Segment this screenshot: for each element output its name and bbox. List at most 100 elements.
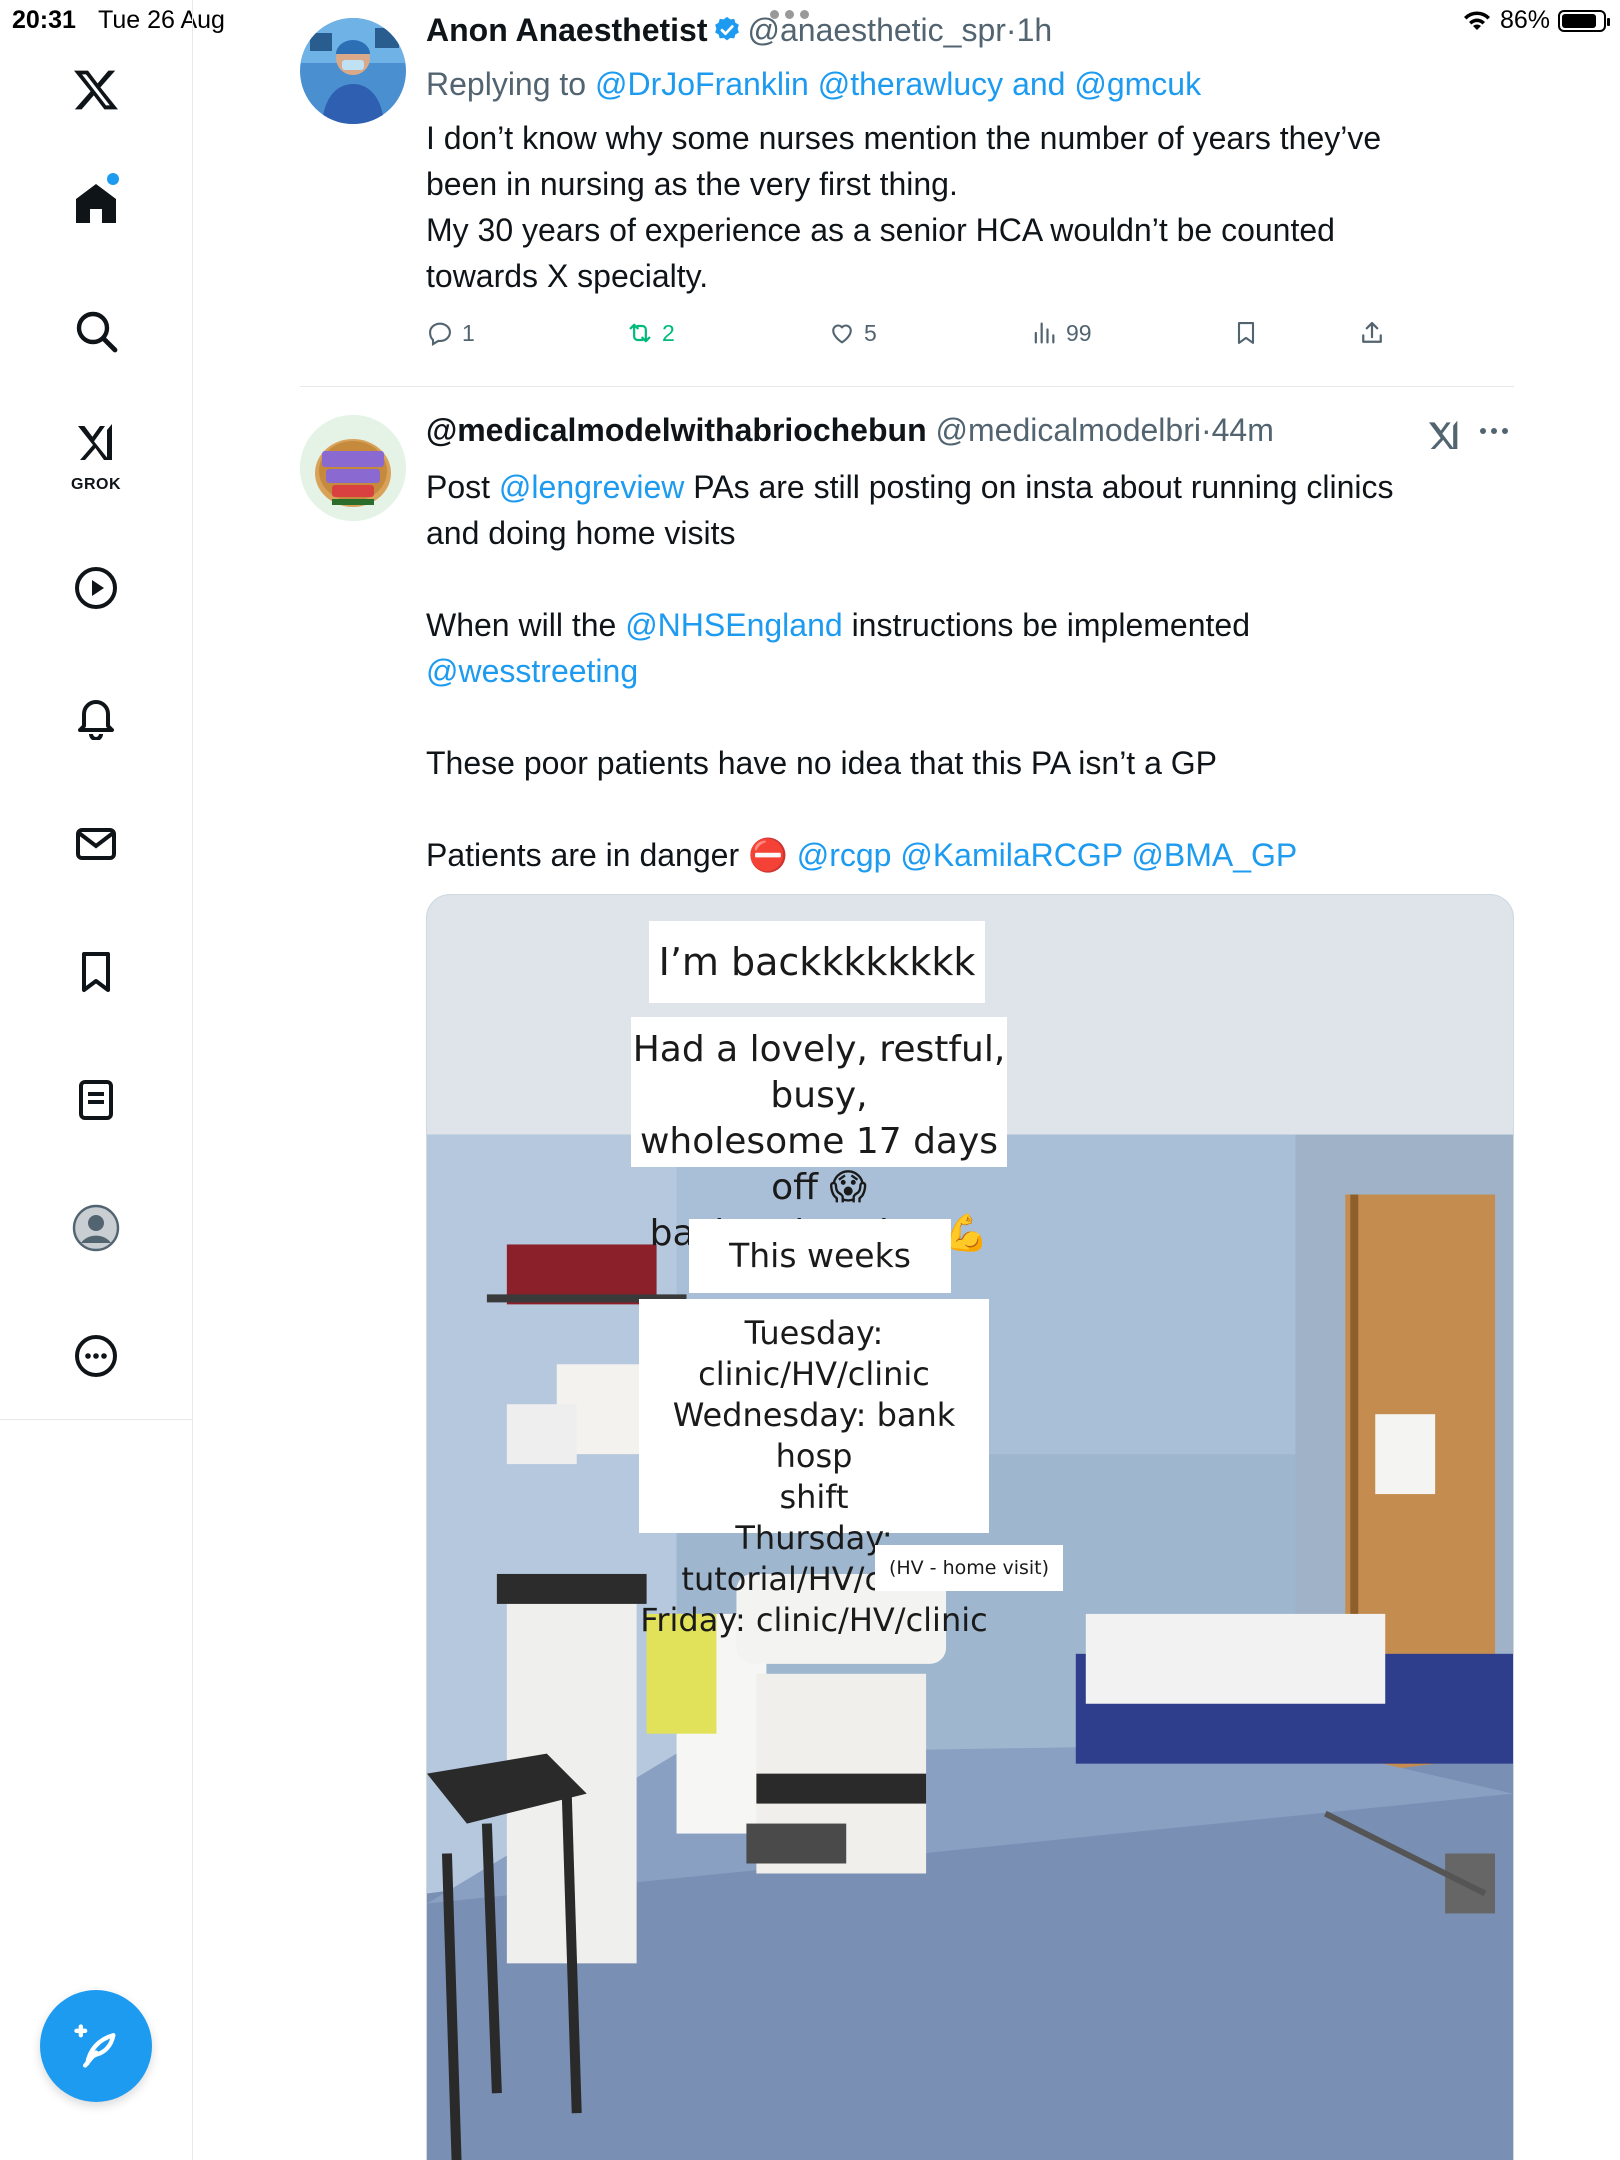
- reply-count: 1: [462, 319, 475, 346]
- mention-link[interactable]: @NHSEngland: [625, 607, 842, 643]
- sidebar-item-profile[interactable]: [48, 1180, 144, 1276]
- like-count: 5: [864, 319, 877, 346]
- tweet-1-author-name[interactable]: Anon Anaesthetist: [426, 12, 708, 48]
- more-circle-icon: [75, 1335, 117, 1377]
- reply-button[interactable]: 1: [426, 319, 475, 347]
- reply-icon: [429, 322, 451, 346]
- caption-line: Wednesday: bank hosp: [672, 1396, 956, 1475]
- caption-days-off: Had a lovely, restful, busy, wholesome 1…: [631, 1017, 1007, 1254]
- battery-icon: [1558, 9, 1610, 32]
- tweet-1-header: Anon Anaesthetist @anaesthetic_spr·1h: [426, 14, 1516, 46]
- play-circle-icon: [75, 567, 117, 609]
- tweet-2[interactable]: @medicalmodelwithabriochebun @medicalmod…: [426, 414, 1516, 878]
- sidebar-item-videos[interactable]: [48, 540, 144, 636]
- grok-label: GROK: [71, 476, 121, 493]
- caption-line: Tuesday: clinic/HV/clinic: [698, 1314, 930, 1393]
- sidebar-item-notifications[interactable]: [48, 668, 144, 764]
- more-options-icon[interactable]: [1480, 428, 1508, 434]
- caption-hv-note: (HV - home visit): [875, 1545, 1063, 1591]
- tweet-text-line: I don’t know why some nurses mention the…: [426, 120, 1382, 156]
- tweet-blank-line: [426, 556, 1516, 602]
- home-icon: [76, 184, 116, 223]
- tweet-text-line: My 30 years of experience as a senior HC…: [426, 212, 1335, 248]
- bookmark-icon: [82, 952, 110, 992]
- share-button[interactable]: [1358, 319, 1386, 347]
- caption-back: I’m backkkkkkkk 💅☀️💺: [649, 921, 985, 1066]
- sidebar-item-more[interactable]: [48, 1308, 144, 1404]
- tweet-1-author-handle[interactable]: @anaesthetic_spr: [748, 12, 1006, 48]
- tweet-1-timestamp[interactable]: 1h: [1017, 12, 1053, 48]
- tweet-text-line: Post @lengreview PAs are still posting o…: [426, 464, 1516, 510]
- compose-feather-icon: [74, 2024, 116, 2068]
- tweet-text-line: These poor patients have no idea that th…: [426, 745, 1217, 781]
- sidebar-item-home[interactable]: [48, 155, 144, 251]
- tweet-text-line: been in nursing as the very first thing.: [426, 166, 958, 202]
- text-run: PAs are still posting on insta about run…: [684, 469, 1394, 505]
- heart-icon: [832, 324, 852, 344]
- search-icon: [76, 311, 118, 353]
- tweet-2-author-name[interactable]: @medicalmodelwithabriochebun: [426, 412, 927, 448]
- bookmark-button[interactable]: [1232, 319, 1260, 347]
- views-count: 99: [1066, 319, 1092, 346]
- caption-line: Had a lovely, restful, busy,: [632, 1029, 1006, 1116]
- tweet-blank-line: [426, 786, 1516, 832]
- bookmark-icon: [1237, 322, 1255, 344]
- tweet-1[interactable]: Anon Anaesthetist @anaesthetic_spr·1h Rep…: [426, 14, 1516, 299]
- x-logo-icon: [74, 70, 118, 110]
- tweet-1-dot: ·: [1005, 12, 1017, 48]
- reply-and: and: [1012, 66, 1066, 102]
- like-button[interactable]: 5: [828, 319, 877, 347]
- tweet-text-line: When will the @NHSEngland instructions b…: [426, 602, 1516, 648]
- text-run: When will the: [426, 607, 626, 643]
- text-run: Post: [426, 469, 499, 505]
- envelope-icon: [76, 828, 116, 860]
- mention-link[interactable]: @wesstreeting: [426, 648, 1516, 694]
- tweet-text-line: and doing home visits: [426, 515, 736, 551]
- views-button[interactable]: 99: [1030, 319, 1092, 347]
- tweet-2-dot: ·: [1200, 412, 1212, 448]
- views-chart-icon: [1034, 322, 1055, 344]
- sidebar-nav: GROK: [0, 0, 193, 2160]
- tweet-2-text: Post @lengreview PAs are still posting o…: [426, 464, 1516, 878]
- repost-button[interactable]: 2: [626, 319, 675, 347]
- tweet-text-line: Patients are in danger ⛔ @rcgp @KamilaRC…: [426, 832, 1516, 878]
- mention-links[interactable]: @rcgp @KamilaRCGP @BMA_GP: [788, 837, 1298, 873]
- caption-line: Friday: clinic/HV/clinic: [640, 1601, 988, 1639]
- grok-icon: [1429, 420, 1458, 449]
- tweet-text-line: towards X specialty.: [426, 258, 709, 294]
- tweet-2-timestamp[interactable]: 44m: [1212, 412, 1274, 448]
- sidebar-item-bookmarks[interactable]: [48, 924, 144, 1020]
- tweet-2-image[interactable]: I’m backkkkkkkk 💅☀️💺 Had a lovely, restf…: [426, 894, 1514, 2160]
- tweet-2-avatar[interactable]: [300, 415, 406, 521]
- bell-icon: [78, 700, 114, 740]
- text-run: Patients are in danger: [426, 837, 748, 873]
- caption-line: wholesome 17 days off 😱: [639, 1121, 999, 1208]
- sidebar-item-grok[interactable]: [48, 404, 144, 480]
- list-icon: [79, 1080, 113, 1120]
- sidebar-item-search[interactable]: [48, 283, 144, 379]
- reply-prefix: Replying to: [426, 66, 587, 102]
- verified-badge-icon: [714, 16, 739, 41]
- tweet-2-author-handle[interactable]: @medicalmodelbri: [936, 412, 1201, 448]
- text-run: instructions be implemented: [842, 607, 1250, 643]
- profile-avatar-icon: [72, 1204, 120, 1252]
- grok-button[interactable]: [1424, 414, 1464, 454]
- repost-count: 2: [662, 319, 675, 346]
- grok-icon: [78, 424, 112, 460]
- sidebar-item-messages[interactable]: [48, 796, 144, 892]
- reply-mention[interactable]: @therawlucy: [818, 66, 1003, 102]
- reply-mention[interactable]: @DrJoFranklin: [595, 66, 809, 102]
- tweet-1-text: I don’t know why some nurses mention the…: [426, 115, 1516, 299]
- caption-agenda-title: This weeks agenda:: [689, 1219, 951, 1349]
- compose-button[interactable]: [40, 1990, 152, 2102]
- sidebar-item-lists[interactable]: [48, 1052, 144, 1148]
- repost-icon: [629, 323, 651, 343]
- home-notification-dot: [107, 173, 119, 185]
- tweet-separator: [300, 386, 1514, 387]
- caption-agenda: Tuesday: clinic/HV/clinic Wednesday: ban…: [639, 1299, 989, 1639]
- caption-line: shift: [779, 1478, 849, 1516]
- reply-mention[interactable]: @gmcuk: [1074, 66, 1201, 102]
- x-logo-button[interactable]: [48, 42, 144, 138]
- mention-link[interactable]: @lengreview: [499, 469, 684, 505]
- tweet-1-avatar[interactable]: [300, 18, 406, 124]
